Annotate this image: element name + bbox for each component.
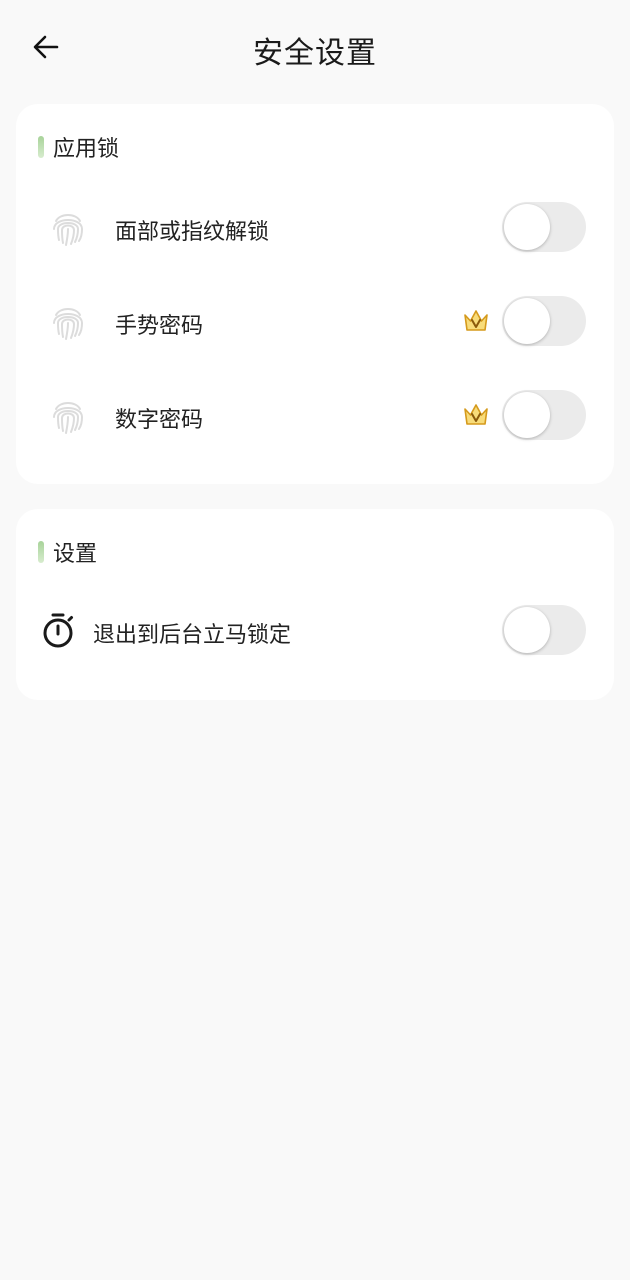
toggle-knob bbox=[504, 298, 550, 344]
vip-crown-icon bbox=[464, 310, 488, 331]
toggle-knob bbox=[504, 204, 550, 250]
row-label: 面部或指纹解锁 bbox=[115, 220, 270, 245]
gesture-password-toggle[interactable] bbox=[502, 296, 586, 346]
settings-card: 设置 退出到后台立马锁定 bbox=[16, 509, 614, 700]
section-title: 设置 bbox=[53, 542, 98, 567]
section-header-settings: 设置 bbox=[38, 537, 97, 567]
app-lock-card: 应用锁 面部或指纹解锁 手势密码 数字密码 bbox=[16, 104, 614, 484]
lock-on-background-toggle[interactable] bbox=[502, 605, 586, 655]
face-fingerprint-toggle[interactable] bbox=[502, 202, 586, 252]
section-marker bbox=[38, 541, 44, 563]
section-marker bbox=[38, 136, 44, 158]
section-title: 应用锁 bbox=[53, 137, 120, 162]
face-or-fingerprint-unlock-row[interactable]: 面部或指纹解锁 bbox=[16, 198, 614, 258]
row-label: 手势密码 bbox=[115, 314, 204, 339]
timer-icon bbox=[36, 609, 80, 653]
gesture-password-row[interactable]: 手势密码 bbox=[16, 292, 614, 352]
page-title: 安全设置 bbox=[253, 36, 377, 71]
vip-crown-icon bbox=[464, 404, 488, 425]
row-label: 数字密码 bbox=[115, 408, 204, 433]
fingerprint-icon bbox=[46, 300, 90, 344]
row-label: 退出到后台立马锁定 bbox=[93, 623, 292, 648]
numeric-password-toggle[interactable] bbox=[502, 390, 586, 440]
toggle-knob bbox=[504, 392, 550, 438]
lock-on-background-row[interactable]: 退出到后台立马锁定 bbox=[16, 601, 614, 661]
fingerprint-icon bbox=[46, 394, 90, 438]
fingerprint-icon bbox=[46, 206, 90, 250]
header-bar: 安全设置 bbox=[0, 0, 630, 98]
numeric-password-row[interactable]: 数字密码 bbox=[16, 386, 614, 446]
section-header-app-lock: 应用锁 bbox=[38, 132, 119, 162]
toggle-knob bbox=[504, 607, 550, 653]
